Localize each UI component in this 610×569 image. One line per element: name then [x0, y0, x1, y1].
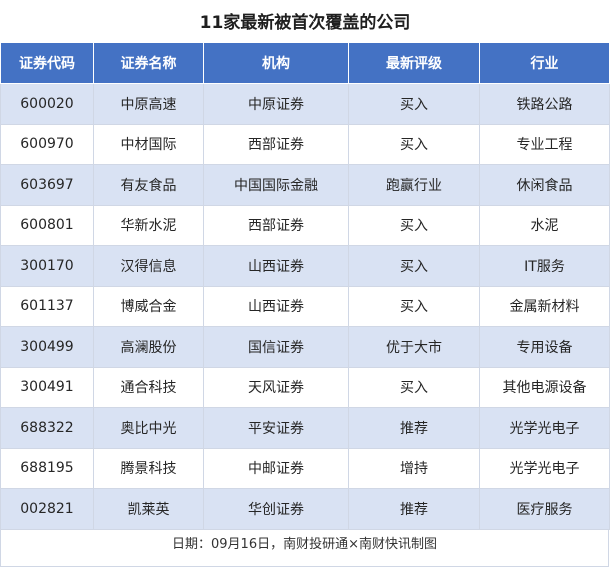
cell-stock-name: 高澜股份	[93, 326, 204, 368]
cell-stock-name: 奥比中光	[93, 407, 204, 449]
cell-stock-name: 华新水泥	[93, 204, 204, 246]
cell-institution: 中邮证券	[203, 447, 349, 489]
cell-stock-code: 300491	[0, 366, 94, 408]
cell-institution: 国信证券	[203, 326, 349, 368]
header-row: 证券代码 证券名称 机构 最新评级 行业	[0, 42, 610, 84]
coverage-table: 证券代码 证券名称 机构 最新评级 行业 600020 中原高速 中原证券 买入 铁路公…	[0, 42, 610, 530]
cell-latest-rating: 推荐	[348, 488, 480, 530]
cell-industry: 医疗服务	[479, 488, 610, 530]
header-industry: 行业	[479, 42, 610, 84]
cell-institution: 平安证券	[203, 407, 349, 449]
cell-latest-rating: 买入	[348, 245, 480, 287]
cell-stock-name: 腾景科技	[93, 447, 204, 489]
table-row: 688322 奥比中光 平安证券 推荐 光学光电子	[0, 407, 610, 449]
cell-industry: IT服务	[479, 245, 610, 287]
cell-institution: 中国国际金融	[203, 164, 349, 206]
cell-industry: 休闲食品	[479, 164, 610, 206]
cell-stock-name: 中材国际	[93, 123, 204, 165]
cell-institution: 西部证券	[203, 204, 349, 246]
table-row: 601137 博威合金 山西证券 买入 金属新材料	[0, 285, 610, 327]
cell-stock-code: 002821	[0, 488, 94, 530]
cell-institution: 华创证券	[203, 488, 349, 530]
cell-stock-code: 603697	[0, 164, 94, 206]
cell-latest-rating: 增持	[348, 447, 480, 489]
cell-stock-name: 凯莱英	[93, 488, 204, 530]
cell-stock-code: 600970	[0, 123, 94, 165]
cell-stock-name: 通合科技	[93, 366, 204, 408]
cell-industry: 专用设备	[479, 326, 610, 368]
cell-industry: 光学光电子	[479, 407, 610, 449]
cell-institution: 山西证券	[203, 285, 349, 327]
cell-stock-code: 688322	[0, 407, 94, 449]
table-row: 002821 凯莱英 华创证券 推荐 医疗服务	[0, 488, 610, 530]
table-row: 600020 中原高速 中原证券 买入 铁路公路	[0, 83, 610, 125]
cell-latest-rating: 买入	[348, 366, 480, 408]
cell-industry: 铁路公路	[479, 83, 610, 125]
header-stock-name: 证券名称	[93, 42, 204, 84]
cell-latest-rating: 买入	[348, 123, 480, 165]
table-row: 300499 高澜股份 国信证券 优于大市 专用设备	[0, 326, 610, 368]
cell-stock-name: 博威合金	[93, 285, 204, 327]
cell-stock-code: 601137	[0, 285, 94, 327]
cell-stock-code: 688195	[0, 447, 94, 489]
cell-latest-rating: 优于大市	[348, 326, 480, 368]
cell-industry: 光学光电子	[479, 447, 610, 489]
cell-stock-name: 有友食品	[93, 164, 204, 206]
cell-stock-name: 中原高速	[93, 83, 204, 125]
cell-stock-code: 300499	[0, 326, 94, 368]
cell-stock-code: 600020	[0, 83, 94, 125]
table-footer: 日期：09月16日，南财投研通×南财快讯制图	[0, 529, 609, 567]
cell-institution: 中原证券	[203, 83, 349, 125]
cell-industry: 水泥	[479, 204, 610, 246]
cell-stock-code: 600801	[0, 204, 94, 246]
cell-institution: 天风证券	[203, 366, 349, 408]
table-row: 300170 汉得信息 山西证券 买入 IT服务	[0, 245, 610, 287]
cell-industry: 金属新材料	[479, 285, 610, 327]
header-institution: 机构	[203, 42, 349, 84]
cell-latest-rating: 推荐	[348, 407, 480, 449]
cell-industry: 专业工程	[479, 123, 610, 165]
cell-institution: 山西证券	[203, 245, 349, 287]
cell-institution: 西部证券	[203, 123, 349, 165]
table-row: 600801 华新水泥 西部证券 买入 水泥	[0, 204, 610, 246]
cell-latest-rating: 买入	[348, 83, 480, 125]
table-title: 11家最新被首次覆盖的公司	[199, 13, 411, 33]
cell-latest-rating: 买入	[348, 285, 480, 327]
cell-stock-name: 汉得信息	[93, 245, 204, 287]
table-row: 603697 有友食品 中国国际金融 跑赢行业 休闲食品	[0, 164, 610, 206]
cell-stock-code: 300170	[0, 245, 94, 287]
table-document: 11家最新被首次覆盖的公司 证券代码 证券名称 机构 最新评级 行业 60002…	[0, 0, 610, 569]
cell-industry: 其他电源设备	[479, 366, 610, 408]
header-stock-code: 证券代码	[0, 42, 94, 84]
cell-latest-rating: 买入	[348, 204, 480, 246]
header-latest-rating: 最新评级	[348, 42, 480, 84]
table-row: 688195 腾景科技 中邮证券 增持 光学光电子	[0, 447, 610, 489]
table-row: 600970 中材国际 西部证券 买入 专业工程	[0, 123, 610, 165]
cell-latest-rating: 跑赢行业	[348, 164, 480, 206]
table-row: 300491 通合科技 天风证券 买入 其他电源设备	[0, 366, 610, 408]
